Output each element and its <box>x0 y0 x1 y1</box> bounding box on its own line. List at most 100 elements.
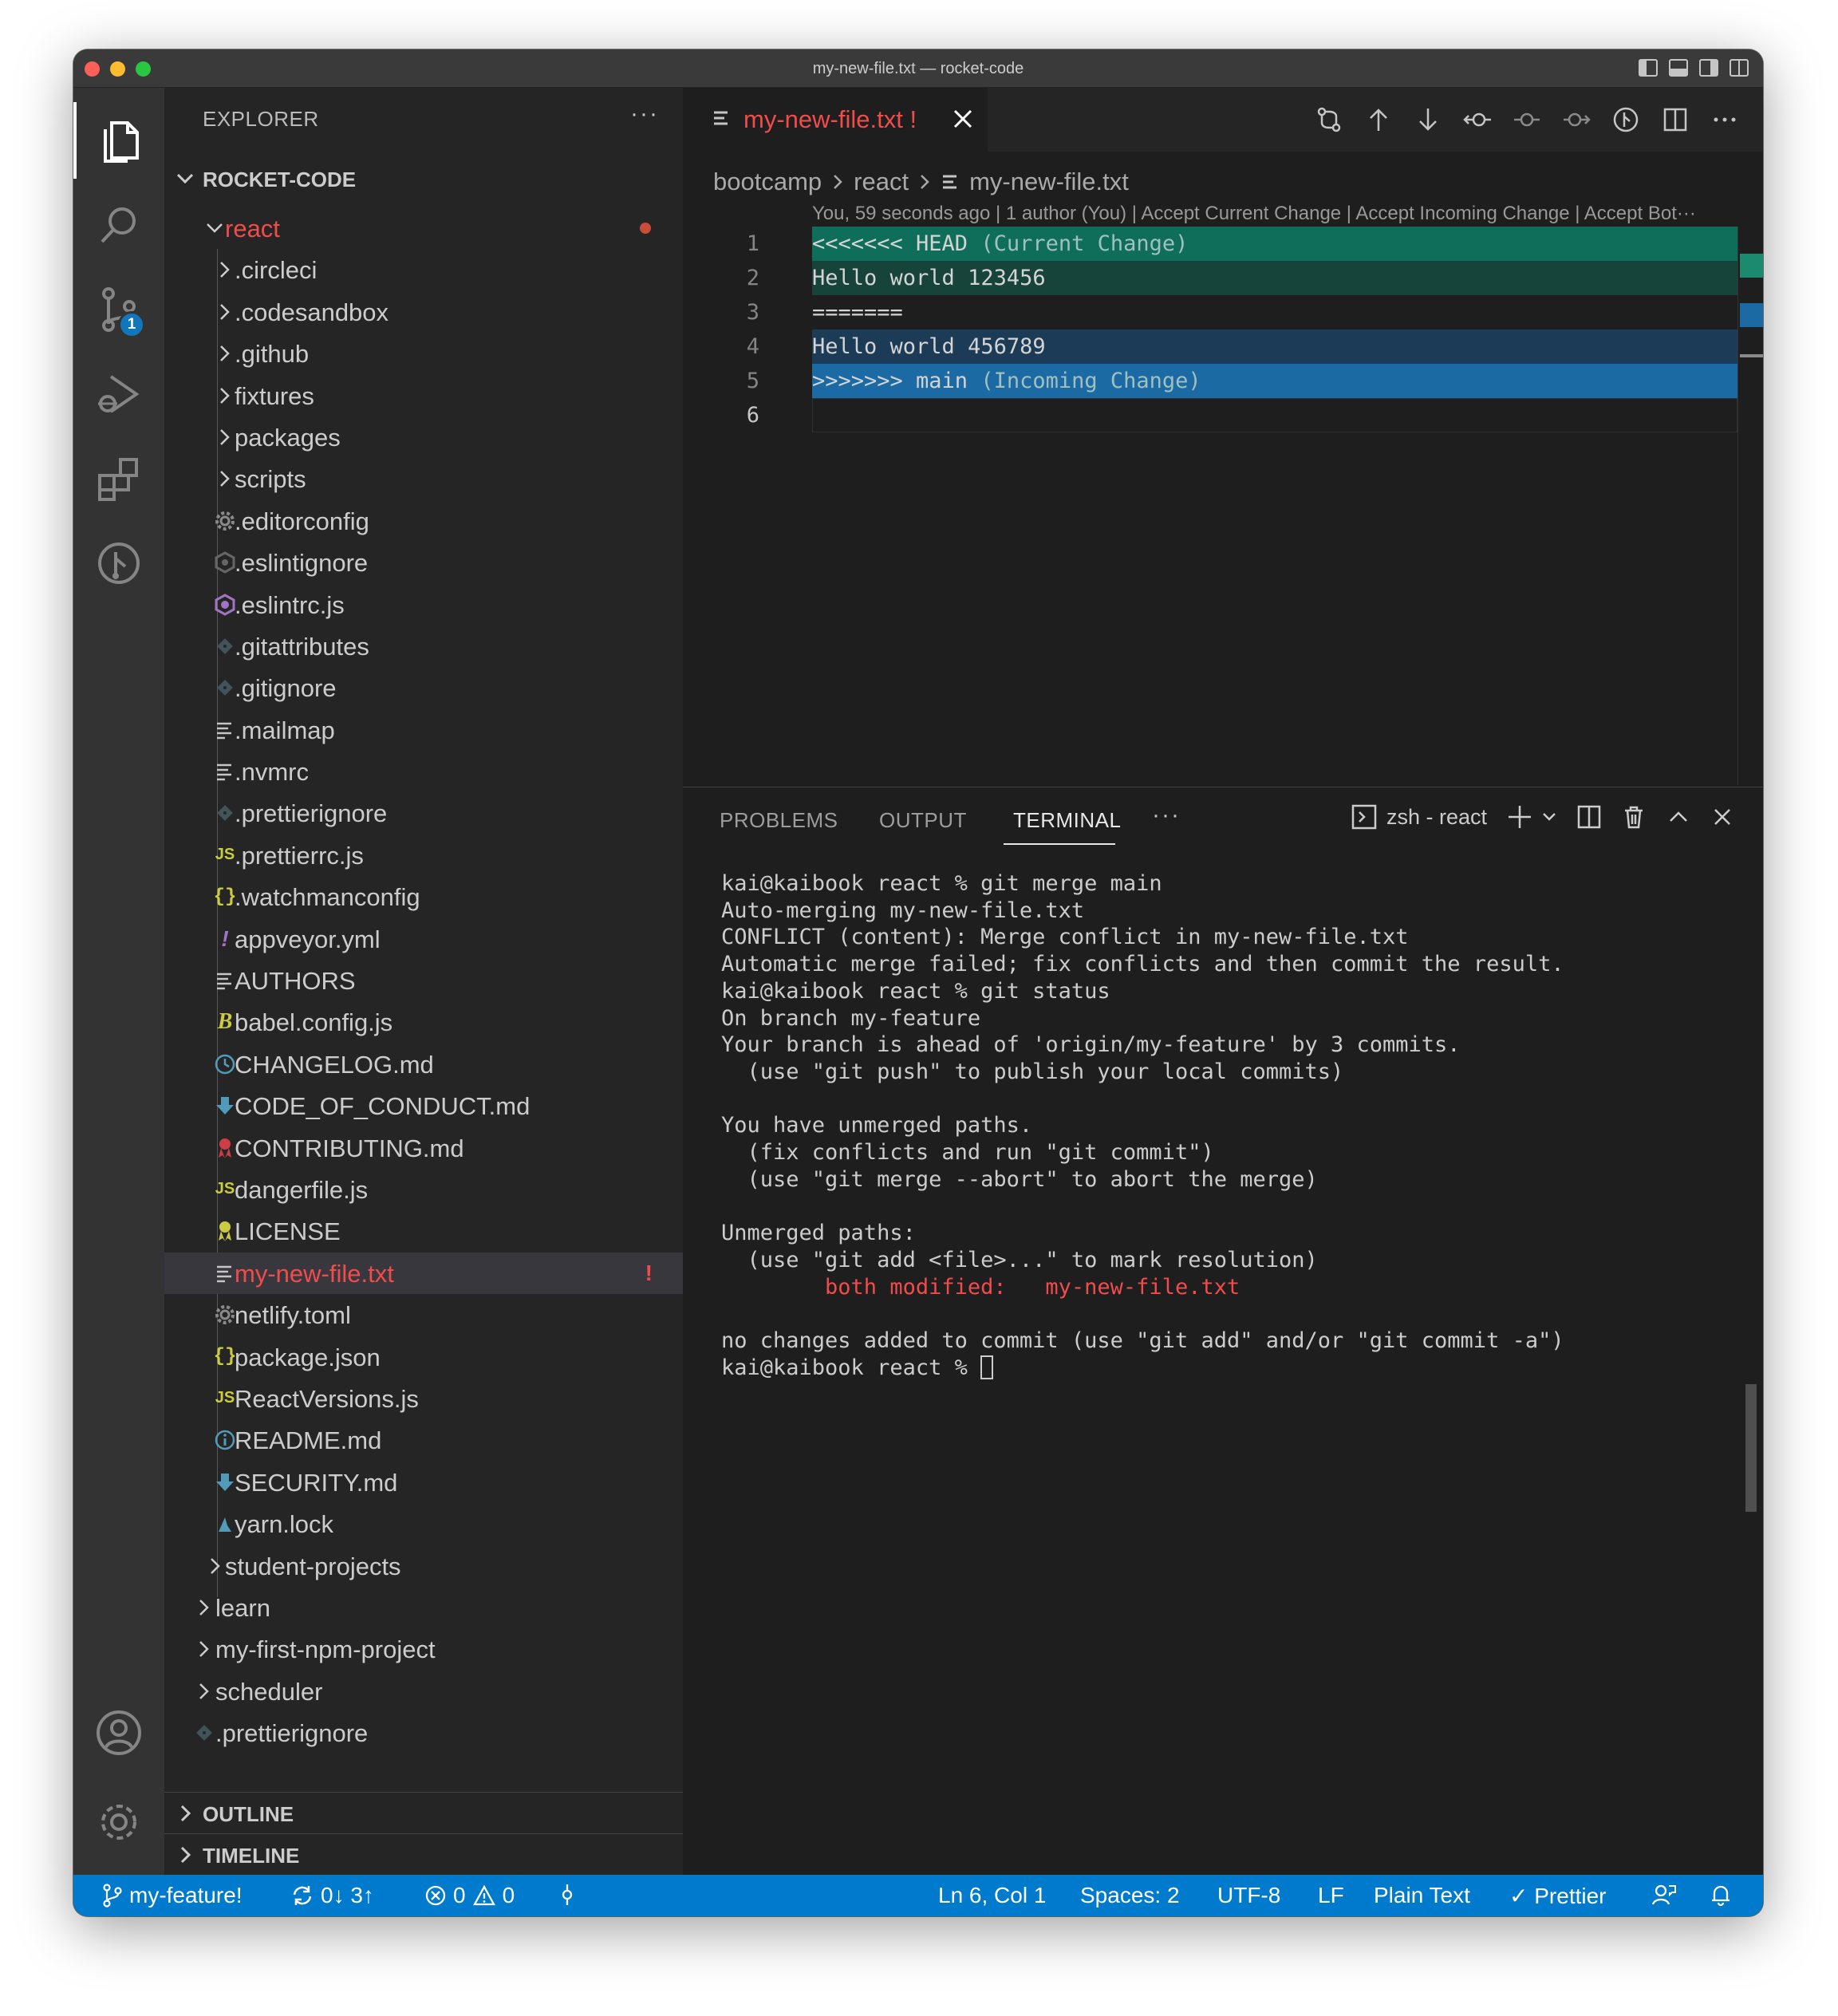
notifications-status[interactable] <box>1709 1883 1733 1907</box>
branch-status[interactable]: my-feature! <box>102 1883 243 1908</box>
tree-file[interactable]: CODE_OF_CONDUCT.md <box>164 1085 683 1126</box>
explorer-more-actions[interactable]: ··· <box>630 101 659 128</box>
tree-file[interactable]: .gitattributes <box>164 625 683 667</box>
explorer-activity[interactable] <box>73 102 164 179</box>
close-icon[interactable] <box>951 107 975 131</box>
next-commit-icon[interactable] <box>1562 105 1591 134</box>
new-terminal-icon[interactable] <box>1506 803 1533 830</box>
tree-file[interactable]: README.md <box>164 1419 683 1461</box>
tab-terminal[interactable]: TERMINAL <box>1013 808 1121 833</box>
customize-layout-icon[interactable] <box>1730 59 1749 77</box>
terminal-selector[interactable]: zsh - react <box>1351 804 1487 830</box>
tree-file[interactable]: .eslintrc.js <box>164 584 683 625</box>
indentation[interactable]: Spaces: 2 <box>1080 1883 1180 1908</box>
explorer-header: EXPLORER <box>203 107 319 131</box>
tree-folder[interactable]: .circleci <box>164 249 683 290</box>
close-panel-icon[interactable] <box>1710 805 1734 829</box>
code-line[interactable]: 4 Hello world 456789 <box>683 329 1763 364</box>
tab-my-new-file[interactable]: my-new-file.txt ! <box>683 88 988 152</box>
toggle-secondary-sidebar-icon[interactable] <box>1699 59 1718 77</box>
feedback-status[interactable] <box>1651 1883 1677 1907</box>
previous-commit-icon[interactable] <box>1463 105 1492 134</box>
tree-file[interactable]: ! appveyor.yml <box>164 918 683 960</box>
codelens-actions[interactable]: You, 59 seconds ago | 1 author (You) | A… <box>812 203 1753 225</box>
toggle-panel-icon[interactable] <box>1669 59 1688 77</box>
tab-output[interactable]: OUTPUT <box>879 808 967 833</box>
tree-file[interactable]: netlify.toml <box>164 1294 683 1335</box>
tree-folder[interactable]: student-projects <box>164 1545 683 1587</box>
tree-file[interactable]: .eslintignore <box>164 542 683 583</box>
split-editor-icon[interactable] <box>1661 105 1690 134</box>
trash-icon[interactable] <box>1621 804 1647 830</box>
cursor-position[interactable]: Ln 6, Col 1 <box>938 1883 1046 1908</box>
tree-file[interactable]: AUTHORS <box>164 960 683 1001</box>
tree-file[interactable]: {} package.json <box>164 1336 683 1378</box>
tree-file[interactable]: yarn.lock <box>164 1503 683 1545</box>
more-actions-icon[interactable] <box>1710 105 1739 134</box>
breadcrumb-item[interactable]: bootcamp <box>713 168 822 196</box>
code-line[interactable]: 5 >>>>>>> main (Incoming Change) <box>683 364 1763 398</box>
chevron-down-icon[interactable] <box>1541 809 1557 825</box>
run-debug-activity[interactable] <box>73 356 164 432</box>
search-activity[interactable] <box>73 187 164 263</box>
tree-folder[interactable]: .codesandbox <box>164 291 683 333</box>
tree-file[interactable]: SECURITY.md <box>164 1462 683 1503</box>
timeline-section[interactable]: TIMELINE <box>164 1833 683 1875</box>
panel-more-actions[interactable]: ··· <box>1152 802 1181 829</box>
file-history-icon[interactable] <box>1611 105 1640 134</box>
extensions-activity[interactable] <box>73 440 164 517</box>
tree-file[interactable]: .gitignore <box>164 667 683 708</box>
problems-status[interactable]: 0 0 <box>424 1883 515 1908</box>
tree-file[interactable]: .prettierignore <box>164 1712 683 1754</box>
tree-file[interactable]: JS ReactVersions.js <box>164 1378 683 1419</box>
tree-file[interactable]: .prettierignore <box>164 792 683 834</box>
code-line[interactable]: 1 <<<<<<< HEAD (Current Change) <box>683 227 1763 261</box>
manage-activity[interactable] <box>73 1784 164 1860</box>
outline-section[interactable]: OUTLINE <box>164 1792 683 1833</box>
tree-file[interactable]: {} .watchmanconfig <box>164 876 683 917</box>
terminal-output[interactable]: kai@kaibook react % git merge main Auto-m… <box>721 870 1564 1381</box>
tree-folder[interactable]: my-first-npm-project <box>164 1628 683 1670</box>
tree-file[interactable]: LICENSE <box>164 1210 683 1252</box>
sync-status[interactable]: 0↓ 3↑ <box>290 1883 374 1908</box>
tree-folder[interactable]: react <box>164 207 683 249</box>
compare-changes-icon[interactable] <box>1315 105 1343 134</box>
tree-folder[interactable]: .github <box>164 333 683 374</box>
breadcrumb-item[interactable]: react <box>854 168 909 196</box>
previous-change-icon[interactable] <box>1364 105 1393 134</box>
tree-file[interactable]: .nvmrc <box>164 751 683 792</box>
tree-folder[interactable]: fixtures <box>164 375 683 416</box>
toggle-primary-sidebar-icon[interactable] <box>1639 59 1658 77</box>
root-folder-section[interactable]: ROCKET-CODE <box>164 158 683 199</box>
end-of-line[interactable]: LF <box>1318 1883 1344 1908</box>
accounts-activity[interactable] <box>73 1694 164 1771</box>
tree-folder[interactable]: packages <box>164 416 683 458</box>
tree-file[interactable]: CONTRIBUTING.md <box>164 1127 683 1169</box>
maximize-panel-icon[interactable] <box>1666 804 1691 830</box>
source-control-activity[interactable]: 1 <box>73 271 164 348</box>
tree-file[interactable]: JS .prettierrc.js <box>164 834 683 876</box>
git-graph-status[interactable] <box>558 1883 576 1907</box>
terminal-scrollbar[interactable] <box>1745 1384 1757 1512</box>
tree-file[interactable]: JS dangerfile.js <box>164 1169 683 1210</box>
tree-file[interactable]: CHANGELOG.md <box>164 1044 683 1085</box>
next-change-icon[interactable] <box>1414 105 1442 134</box>
code-line[interactable]: 3 ======= <box>683 295 1763 329</box>
code-line[interactable]: 6 <box>683 398 1763 432</box>
tab-problems[interactable]: PROBLEMS <box>720 808 838 833</box>
git-graph-activity[interactable] <box>73 525 164 602</box>
tree-file[interactable]: .editorconfig <box>164 500 683 542</box>
breadcrumb-item[interactable]: my-new-file.txt <box>969 168 1129 196</box>
language-mode[interactable]: Plain Text <box>1374 1883 1470 1908</box>
tree-file[interactable]: Bbabel.config.js <box>164 1001 683 1043</box>
tree-file[interactable]: .mailmap <box>164 709 683 751</box>
prettier-status[interactable]: ✓ Prettier <box>1509 1883 1607 1909</box>
tree-file[interactable]: my-new-file.txt! <box>164 1252 683 1295</box>
tree-folder[interactable]: scheduler <box>164 1671 683 1712</box>
tree-folder[interactable]: learn <box>164 1587 683 1628</box>
tree-folder[interactable]: scripts <box>164 458 683 499</box>
code-line[interactable]: 2 Hello world 123456 <box>683 261 1763 295</box>
encoding[interactable]: UTF-8 <box>1217 1883 1280 1908</box>
commit-icon[interactable] <box>1513 105 1541 134</box>
split-terminal-icon[interactable] <box>1576 804 1602 830</box>
